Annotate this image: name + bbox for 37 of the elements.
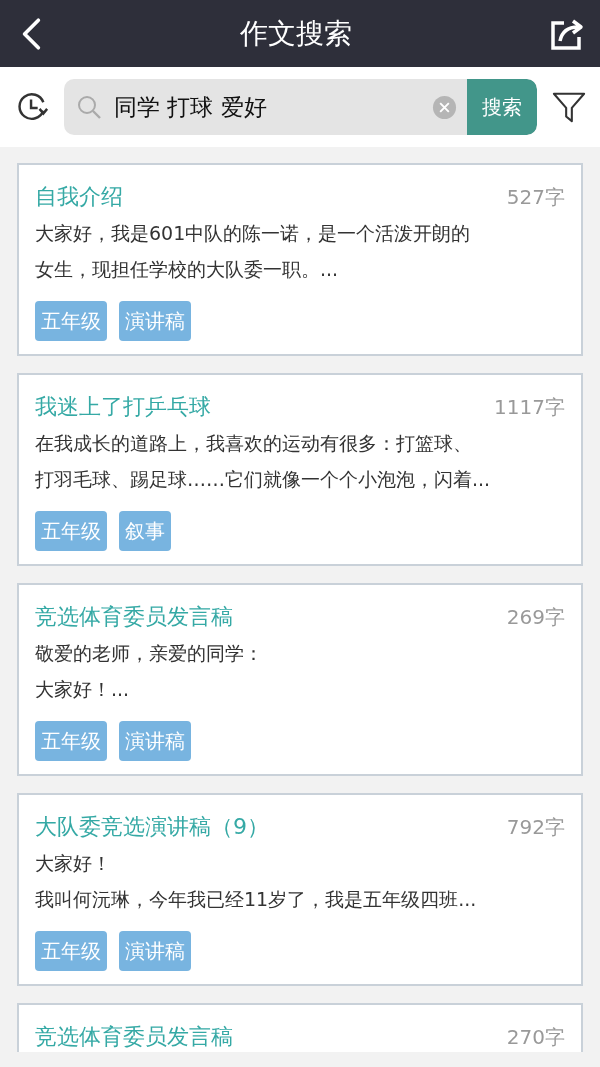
essay-title: 我迷上了打乒乓球 [35, 393, 211, 421]
tag[interactable]: 叙事 [119, 511, 171, 551]
tag[interactable]: 演讲稿 [119, 931, 191, 971]
excerpt-line: 大家好，我是601中队的陈一诺，是一个活泼开朗的 [35, 221, 472, 246]
result-card[interactable]: 自我介绍 527字 大家好，我是601中队的陈一诺，是一个活泼开朗的 女生，现担任学校的大队委一职。... 五年级 演讲稿 [17, 163, 583, 356]
search-button[interactable]: 搜索 [467, 79, 537, 135]
tag[interactable]: 五年级 [35, 301, 107, 341]
essay-title: 竞选体育委员发言稿 [35, 1023, 233, 1051]
search-field[interactable]: 同学 打球 爱好 搜索 [64, 79, 537, 135]
tag[interactable]: 五年级 [35, 721, 107, 761]
filter-icon[interactable] [552, 90, 586, 124]
excerpt-line: 在我成长的道路上，我喜欢的运动有很多：打篮球、 [35, 431, 473, 456]
essay-title: 竞选体育委员发言稿 [35, 603, 233, 631]
result-card[interactable]: 大队委竞选演讲稿（9） 792字 大家好！ 我叫何沅琳，今年我已经11岁了，我是五年级四班... 五年级 演讲稿 [17, 793, 583, 986]
tag[interactable]: 演讲稿 [119, 301, 191, 341]
tag[interactable]: 五年级 [35, 931, 107, 971]
result-card[interactable]: 竞选体育委员发言稿 270字 [17, 1003, 583, 1052]
result-card[interactable]: 我迷上了打乒乓球 1117字 在我成长的道路上，我喜欢的运动有很多：打篮球、 打羽毛球、踢足球……它们就像一个个小泡泡，闪着... 五年级 叙事 [17, 373, 583, 566]
essay-title: 自我介绍 [35, 183, 123, 211]
word-count: 1117字 [494, 393, 565, 421]
word-count: 269字 [506, 603, 565, 631]
search-icon [76, 94, 102, 120]
essay-title: 大队委竞选演讲稿（9） [35, 813, 269, 841]
word-count: 792字 [506, 813, 565, 841]
excerpt-line: 大家好！... [35, 677, 131, 702]
excerpt-line: 女生，现担任学校的大队委一职。... [35, 257, 340, 282]
word-count: 270字 [506, 1023, 565, 1051]
result-card[interactable]: 竞选体育委员发言稿 269字 敬爱的老师，亲爱的同学： 大家好！... 五年级 演讲稿 [17, 583, 583, 776]
excerpt-line: 我叫何沅琳，今年我已经11岁了，我是五年级四班... [35, 887, 478, 912]
excerpt-line: 大家好！ [35, 851, 112, 876]
tag[interactable]: 演讲稿 [119, 721, 191, 761]
page-title: 作文搜索 [240, 15, 352, 52]
excerpt-line: 敬爱的老师，亲爱的同学： [35, 641, 264, 666]
back-icon[interactable] [20, 16, 42, 51]
excerpt-line: 打羽毛球、踢足球……它们就像一个个小泡泡，闪着... [35, 467, 492, 492]
tag[interactable]: 五年级 [35, 511, 107, 551]
word-count: 527字 [506, 183, 565, 211]
